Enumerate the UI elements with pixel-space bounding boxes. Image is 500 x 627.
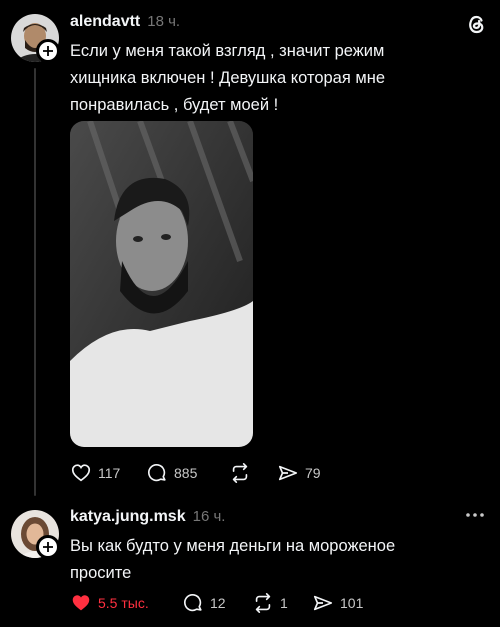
reply-text-line: просите	[70, 564, 132, 582]
post-photo[interactable]	[70, 121, 253, 447]
heart-icon	[70, 592, 92, 614]
repost-icon	[252, 592, 274, 614]
comment-count: 885	[174, 465, 198, 481]
reply-text: Вы как будто у меня деньги на мороженое …	[70, 533, 490, 587]
post-text: Если у меня такой взгляд , значит режим …	[70, 38, 490, 119]
share-count: 101	[340, 595, 364, 611]
repost-icon	[229, 462, 251, 484]
post-repost-button[interactable]	[229, 462, 257, 484]
reply-text-line: Вы как будто у меня деньги на мороженое	[70, 537, 396, 555]
post-text-line: хищника включен ! Девушка которая мне	[70, 69, 386, 87]
share-count: 79	[305, 465, 321, 481]
share-icon	[277, 462, 299, 484]
comment-icon	[146, 462, 168, 484]
post-time: 18 ч.	[147, 13, 181, 30]
reply-username[interactable]: katya.jung.msk	[70, 508, 186, 526]
post-comment-button[interactable]: 885	[146, 462, 197, 484]
post-share-button[interactable]: 79	[277, 462, 321, 484]
reply-comment-button[interactable]: 12	[182, 592, 226, 614]
follow-plus-button[interactable]	[36, 535, 60, 559]
thread-line	[34, 68, 36, 496]
post-text-line: понравилась , будет моей !	[70, 96, 279, 114]
like-count: 5.5 тыс.	[98, 595, 149, 611]
post-username[interactable]: alendavtt	[70, 13, 140, 31]
reply-share-button[interactable]: 101	[312, 592, 363, 614]
more-icon[interactable]	[464, 508, 486, 520]
follow-plus-button[interactable]	[36, 39, 60, 63]
reply-repost-button[interactable]: 1	[252, 592, 288, 614]
heart-icon	[70, 462, 92, 484]
reply-like-button[interactable]: 5.5 тыс.	[70, 592, 149, 614]
threads-icon[interactable]	[464, 12, 488, 36]
like-count: 117	[98, 465, 121, 481]
reply-header: katya.jung.msk 16 ч.	[70, 508, 225, 528]
comment-icon	[182, 592, 204, 614]
post-header: alendavtt 18 ч.	[70, 13, 180, 33]
reply-time: 16 ч.	[192, 508, 226, 525]
comment-count: 12	[210, 595, 226, 611]
share-icon	[312, 592, 334, 614]
post-like-button[interactable]: 117	[70, 462, 120, 484]
post-text-line: Если у меня такой взгляд , значит режим	[70, 42, 385, 60]
repost-count: 1	[280, 595, 288, 611]
